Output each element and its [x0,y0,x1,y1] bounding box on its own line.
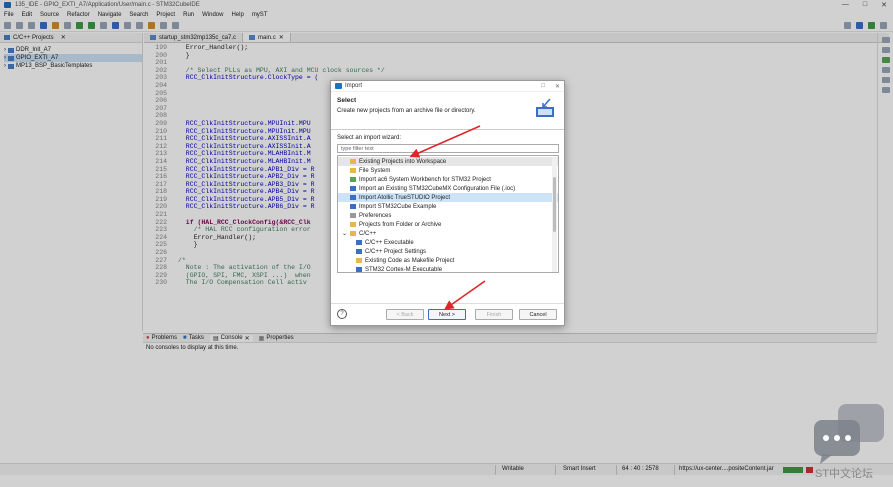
dialog-close-button[interactable]: ✕ [555,83,560,90]
dialog-header-description: Create new projects from an archive file… [337,108,476,114]
wizard-item-label: Import Atollic TrueSTUDIO Project [359,194,451,201]
folder-icon [350,168,356,173]
dialog-app-icon [335,83,342,89]
preferences-icon [350,213,356,218]
folder-icon [350,222,356,227]
finish-button[interactable]: Finish [475,309,513,320]
executable-icon [356,267,362,272]
wizard-item-label: STM32 Cortex-M Executable [365,266,443,273]
wizard-item-label: Projects from Folder or Archive [359,221,442,228]
atollic-icon [350,195,356,200]
cancel-button[interactable]: Cancel [519,309,557,320]
wizard-item[interactable]: Import ac6 System Workbench for STM32 Pr… [338,175,558,184]
dialog-titlebar: Import □ ✕ [331,81,564,92]
wizard-item-label: Import STM32Cube Example [359,203,437,210]
wizard-label: Select an import wizard: [337,135,402,141]
wizard-item[interactable]: Import STM32Cube Example [338,202,558,211]
wizard-item[interactable]: Import an Existing STM32CubeMX Configura… [338,184,558,193]
wizard-item[interactable]: File System [338,166,558,175]
wizard-item-label: File System [359,167,391,174]
wizard-item[interactable]: Projects from Folder or Archive [338,220,558,229]
folder-icon [356,258,362,263]
folder-icon [350,159,356,164]
chevron-down-icon[interactable]: ⌄ [342,230,347,237]
wizard-category-label: C/C++ [359,230,377,237]
wizard-tree[interactable]: Existing Projects into Workspace File Sy… [337,155,559,273]
wizard-item[interactable]: C/C++ Executable [338,238,558,247]
dialog-footer: ? < Back Next > Finish Cancel [331,303,564,325]
wizard-item-label: Preferences [359,212,392,219]
executable-icon [356,240,362,245]
help-icon[interactable]: ? [337,309,347,319]
wizard-category[interactable]: ⌄ C/C++ [338,229,558,238]
dialog-title: Import [345,83,363,89]
wizard-item[interactable]: Existing Code as Makefile Project [338,256,558,265]
wizard-item-label: Import ac6 System Workbench for STM32 Pr… [359,176,491,183]
dialog-header: Select Create new projects from an archi… [331,92,564,130]
dialog-header-title: Select [337,97,357,104]
cube-icon [350,204,356,209]
filter-input[interactable]: type filter text [337,144,559,153]
cubemx-icon [350,186,356,191]
folder-open-icon [350,231,357,236]
settings-file-icon [356,249,362,254]
dialog-maximize-button[interactable]: □ [541,83,545,90]
back-button[interactable]: < Back [386,309,424,320]
scroll-thumb[interactable] [553,177,556,232]
wizard-item-label: Import an Existing STM32CubeMX Configura… [359,185,516,192]
wizard-item-label: C/C++ Project Settings [365,248,427,255]
wizard-item[interactable]: STM32 Cortex-M Executable [338,265,558,273]
wizard-item-label: Existing Projects into Workspace [359,158,447,165]
wizard-item[interactable]: Existing Projects into Workspace [338,157,558,166]
next-button[interactable]: Next > [428,309,466,320]
wizard-item[interactable]: Preferences [338,211,558,220]
wizard-scrollbar[interactable] [552,157,557,272]
wizard-item[interactable]: Import Atollic TrueSTUDIO Project [338,193,558,202]
import-dialog: Import □ ✕ Select Create new projects fr… [330,80,565,326]
dialog-body: Select an import wizard: type filter tex… [331,130,564,273]
import-wizard-icon [536,98,554,117]
ac6-icon [350,177,356,182]
wizard-item[interactable]: C/C++ Project Settings [338,247,558,256]
watermark-text: ST中文论坛 [815,468,874,480]
wizard-item-label: Existing Code as Makefile Project [365,257,455,264]
wizard-item-label: C/C++ Executable [365,239,414,246]
